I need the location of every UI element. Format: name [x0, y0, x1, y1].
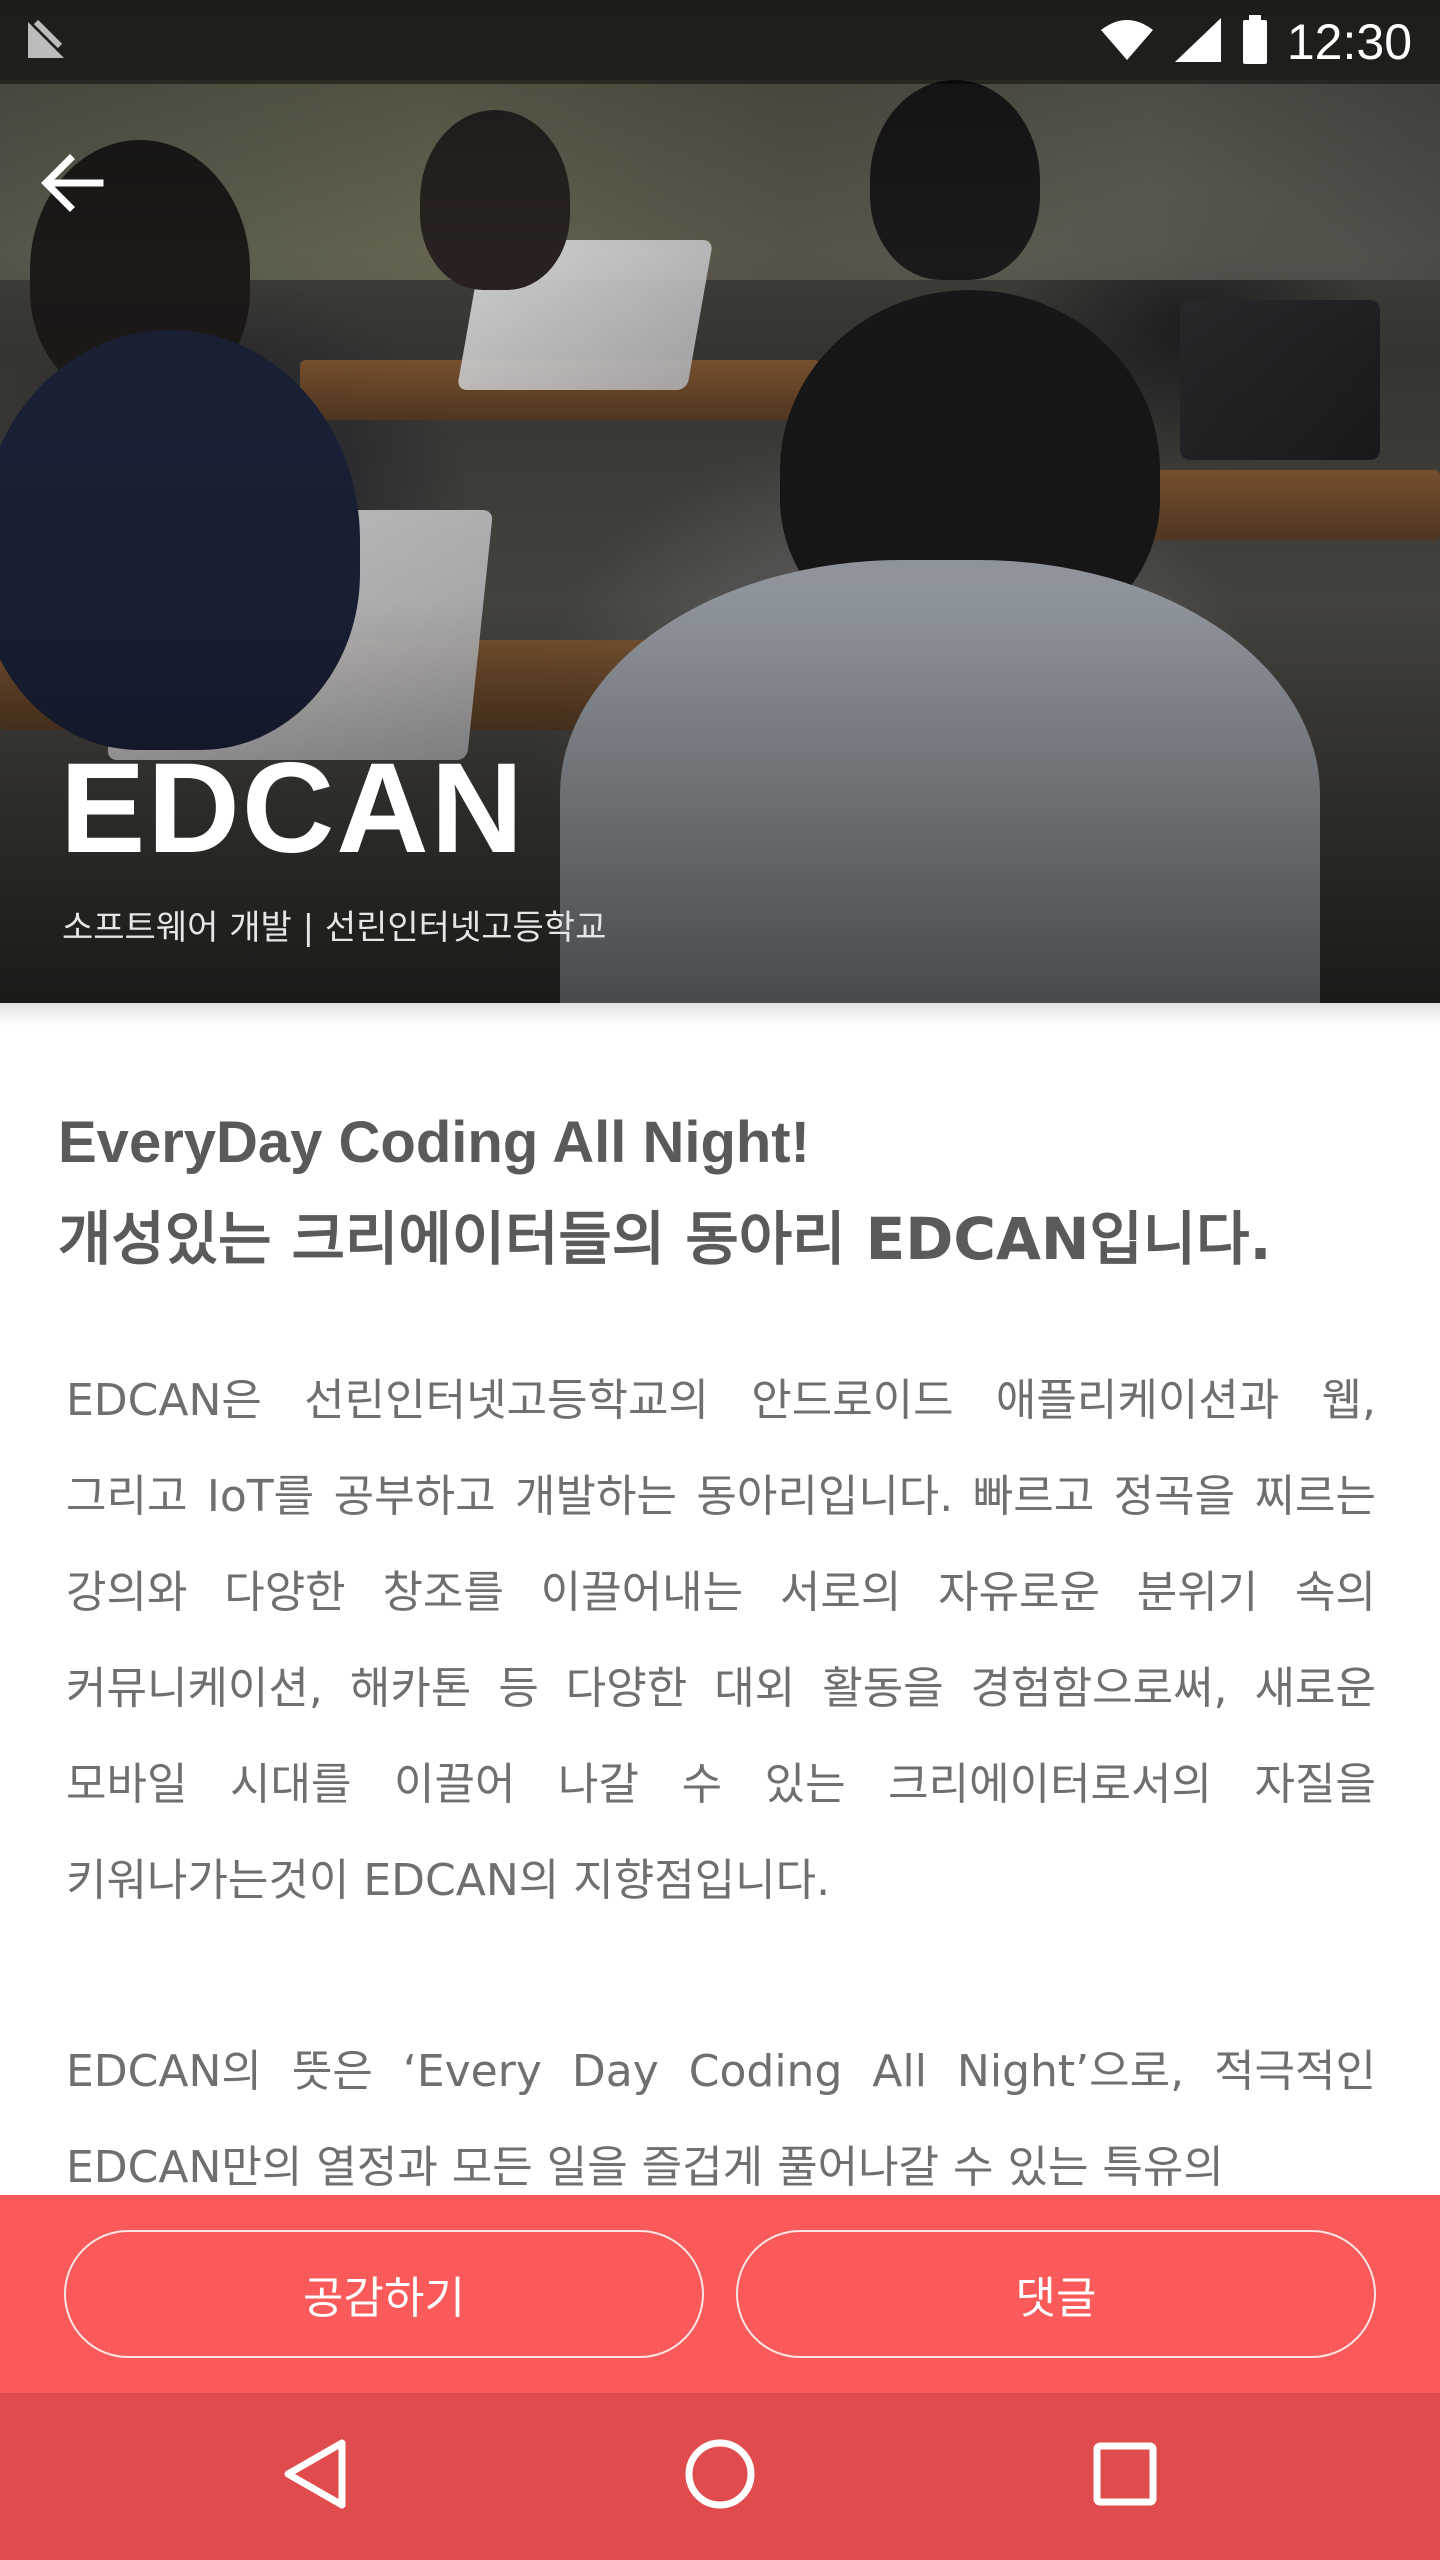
content-shadow — [0, 1003, 1440, 1025]
comment-button[interactable]: 댓글 — [736, 2230, 1376, 2358]
club-title: EDCAN — [60, 737, 526, 880]
hero-banner: 12:30 EDCAN 소프트웨어 개발 | 선린인터넷고등학교 — [0, 0, 1440, 1003]
article-headline: EveryDay Coding All Night! 개성있는 크리에이터들의 … — [58, 1095, 1398, 1287]
status-bar: 12:30 — [0, 0, 1440, 84]
nav-home-button[interactable] — [655, 2411, 785, 2541]
article-paragraph-2: EDCAN의 뜻은 ‘Every Day Coding All Night’으로… — [66, 2046, 1376, 2193]
like-button[interactable]: 공감하기 — [64, 2230, 704, 2358]
action-bar: 공감하기 댓글 — [0, 2195, 1440, 2393]
arrow-back-icon — [40, 153, 104, 217]
battery-icon — [1241, 15, 1269, 69]
notification-icon — [20, 18, 70, 64]
wifi-icon — [1099, 18, 1155, 66]
article-paragraph-1: EDCAN은 선린인터넷고등학교의 안드로이드 애플리케이션과 웹, 그리고 I… — [66, 1375, 1376, 1906]
nav-back-icon — [280, 2437, 350, 2515]
nav-recents-icon — [1092, 2441, 1158, 2511]
nav-recents-button[interactable] — [1060, 2411, 1190, 2541]
nav-home-icon — [683, 2437, 757, 2515]
club-subtitle: 소프트웨어 개발 | 선린인터넷고등학교 — [62, 908, 607, 948]
headline-line-1: EveryDay Coding All Night! — [58, 1110, 810, 1175]
article-content: EveryDay Coding All Night! 개성있는 크리에이터들의 … — [0, 1003, 1440, 2195]
signal-icon — [1173, 16, 1223, 68]
system-nav-bar — [0, 2393, 1440, 2560]
headline-line-2: 개성있는 크리에이터들의 동아리 EDCAN입니다. — [58, 1205, 1272, 1273]
status-time: 12:30 — [1286, 14, 1412, 70]
back-button[interactable] — [40, 135, 150, 235]
nav-back-button[interactable] — [250, 2411, 380, 2541]
